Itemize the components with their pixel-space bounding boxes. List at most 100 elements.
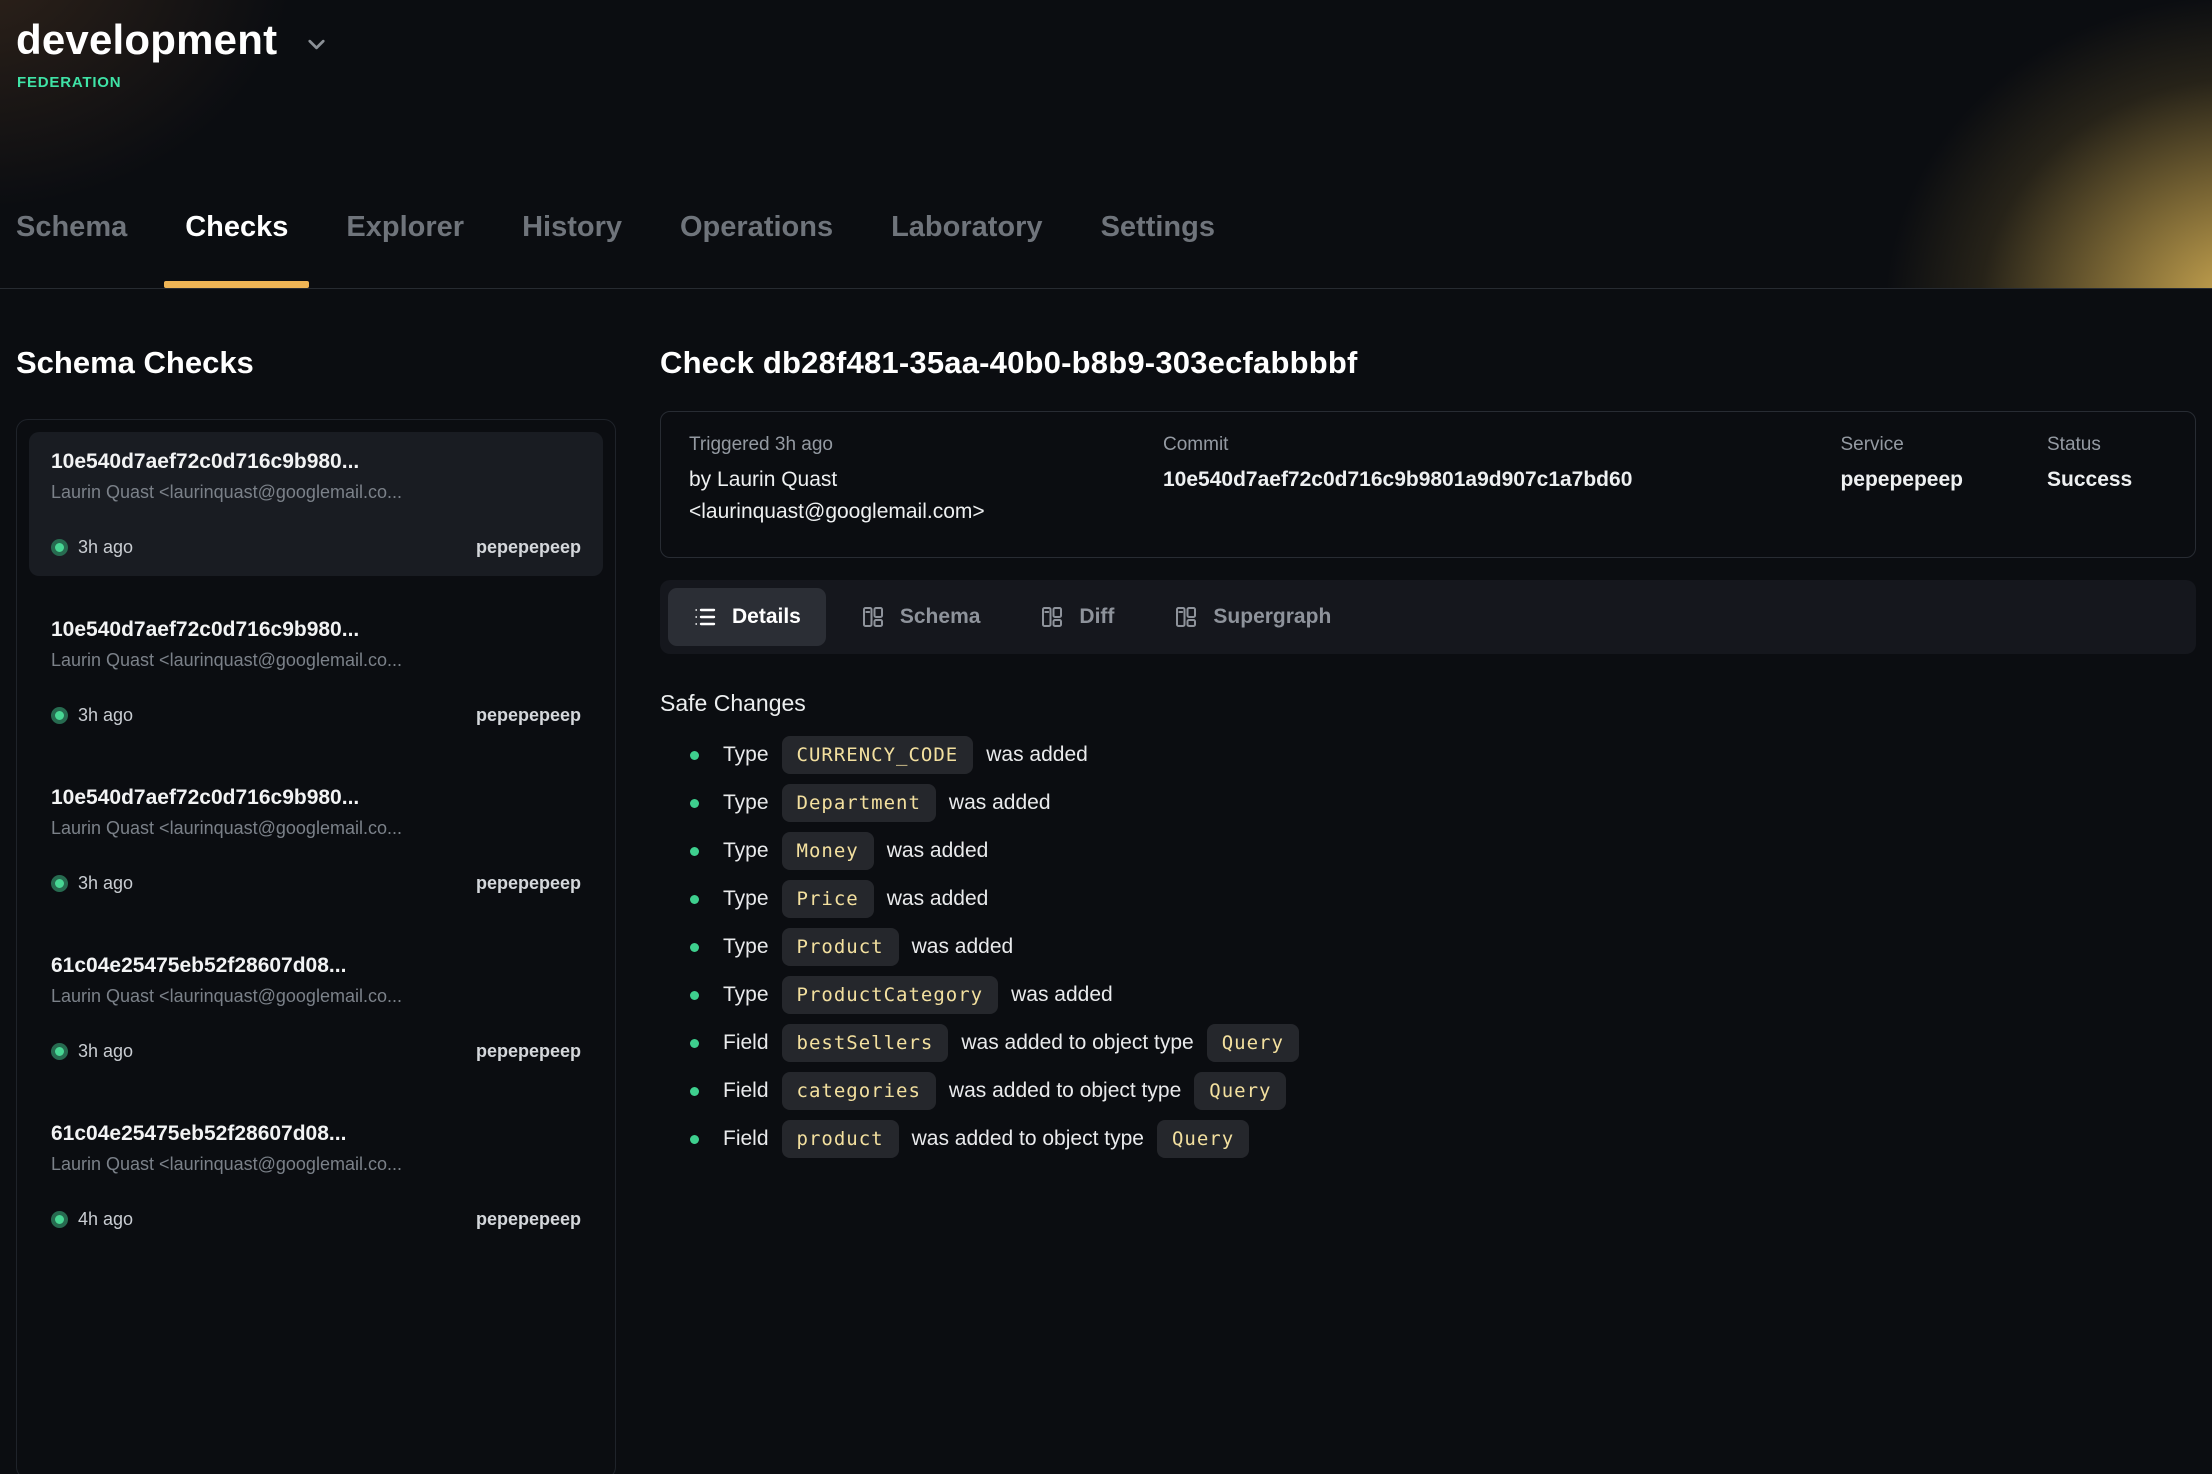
change-item: Type CURRENCY_CODE was added	[660, 731, 2196, 779]
change-prefix: Field	[723, 1127, 769, 1151]
check-item-author: Laurin Quast <laurinquast@googlemail.co.…	[51, 482, 581, 503]
tab-supergraph[interactable]: Supergraph	[1149, 588, 1356, 646]
change-item: Field bestSellers was added to object ty…	[660, 1019, 2196, 1067]
bullet-icon	[690, 895, 699, 904]
status-dot-icon	[51, 1043, 68, 1060]
tab-schema[interactable]: Schema	[16, 211, 127, 288]
tab-schema-view[interactable]: Schema	[836, 588, 1006, 646]
bullet-icon	[690, 847, 699, 856]
main-nav: Schema Checks Explorer History Operation…	[16, 211, 1215, 288]
org-selector[interactable]: development	[0, 0, 2212, 64]
change-code: Money	[782, 832, 874, 870]
check-list-item[interactable]: 61c04e25475eb52f28607d08... Laurin Quast…	[29, 1104, 603, 1248]
change-suffix: was added	[887, 839, 989, 863]
check-detail-panel: Check db28f481-35aa-40b0-b8b9-303ecfabbb…	[660, 289, 2196, 1474]
tab-diff[interactable]: Diff	[1015, 588, 1139, 646]
change-item: Type ProductCategory was added	[660, 971, 2196, 1019]
check-item-title: 10e540d7aef72c0d716c9b980...	[51, 618, 581, 642]
project-type-badge: FEDERATION	[17, 74, 2212, 91]
tab-history[interactable]: History	[522, 211, 622, 288]
chevron-down-icon[interactable]	[303, 31, 330, 58]
change-suffix: was added	[949, 791, 1051, 815]
check-item-title: 61c04e25475eb52f28607d08...	[51, 1122, 581, 1146]
check-item-title: 10e540d7aef72c0d716c9b980...	[51, 450, 581, 474]
view-tabs: Details Schema	[660, 580, 2196, 654]
tab-checks[interactable]: Checks	[185, 211, 288, 288]
change-prefix: Type	[723, 743, 769, 767]
columns-icon	[861, 605, 885, 629]
change-item: Field product was added to object type Q…	[660, 1115, 2196, 1163]
change-code: Query	[1194, 1072, 1286, 1110]
bullet-icon	[690, 943, 699, 952]
check-item-service: pepepepeep	[476, 1041, 581, 1062]
change-code: Price	[782, 880, 874, 918]
service-label: Service	[1840, 434, 1963, 456]
change-item: Type Product was added	[660, 923, 2196, 971]
status-dot-icon	[51, 875, 68, 892]
view-tab-label: Supergraph	[1213, 605, 1331, 629]
change-prefix: Field	[723, 1031, 769, 1055]
change-item: Type Department was added	[660, 779, 2196, 827]
org-title[interactable]: development	[16, 16, 277, 64]
changes-list: Type CURRENCY_CODE was added Type Depart…	[660, 731, 2196, 1163]
check-item-time: 3h ago	[78, 705, 133, 726]
check-item-time: 4h ago	[78, 1209, 133, 1230]
check-item-author: Laurin Quast <laurinquast@googlemail.co.…	[51, 650, 581, 671]
commit-hash: 10e540d7aef72c0d716c9b9801a9d907c1a7bd60	[1163, 464, 1796, 496]
change-prefix: Type	[723, 791, 769, 815]
tab-operations[interactable]: Operations	[680, 211, 833, 288]
tab-settings[interactable]: Settings	[1101, 211, 1215, 288]
checks-list: 10e540d7aef72c0d716c9b980... Laurin Quas…	[16, 419, 616, 1474]
change-code: CURRENCY_CODE	[782, 736, 974, 774]
check-item-service: pepepepeep	[476, 1209, 581, 1230]
check-item-title: 10e540d7aef72c0d716c9b980...	[51, 786, 581, 810]
triggered-by: by Laurin Quast	[689, 464, 1119, 496]
triggered-email: <laurinquast@googlemail.com>	[689, 496, 1119, 528]
change-code: Department	[782, 784, 936, 822]
view-tab-label: Schema	[900, 605, 981, 629]
change-code: Query	[1207, 1024, 1299, 1062]
change-prefix: Type	[723, 935, 769, 959]
check-item-time: 3h ago	[78, 873, 133, 894]
status-value: Success	[2047, 464, 2167, 496]
change-suffix: was added to object type	[961, 1031, 1193, 1055]
list-icon	[693, 605, 717, 629]
bullet-icon	[690, 1135, 699, 1144]
bullet-icon	[690, 751, 699, 760]
change-item: Field categories was added to object typ…	[660, 1067, 2196, 1115]
change-prefix: Type	[723, 887, 769, 911]
check-item-time: 3h ago	[78, 537, 133, 558]
bullet-icon	[690, 991, 699, 1000]
page-content: Schema Checks 10e540d7aef72c0d716c9b980.…	[0, 289, 2212, 1474]
tab-laboratory[interactable]: Laboratory	[891, 211, 1042, 288]
status-dot-icon	[51, 539, 68, 556]
change-item: Type Money was added	[660, 827, 2196, 875]
check-list-item[interactable]: 61c04e25475eb52f28607d08... Laurin Quast…	[29, 936, 603, 1080]
check-item-author: Laurin Quast <laurinquast@googlemail.co.…	[51, 1154, 581, 1175]
columns-icon	[1040, 605, 1064, 629]
check-item-author: Laurin Quast <laurinquast@googlemail.co.…	[51, 818, 581, 839]
change-code: Query	[1157, 1120, 1249, 1158]
check-list-item[interactable]: 10e540d7aef72c0d716c9b980... Laurin Quas…	[29, 768, 603, 912]
check-list-item[interactable]: 10e540d7aef72c0d716c9b980... Laurin Quas…	[29, 600, 603, 744]
check-item-service: pepepepeep	[476, 705, 581, 726]
bullet-icon	[690, 1039, 699, 1048]
change-prefix: Type	[723, 839, 769, 863]
page-header: development FEDERATION Schema Checks Exp…	[0, 0, 2212, 289]
change-suffix: was added	[912, 935, 1014, 959]
change-suffix: was added to object type	[949, 1079, 1181, 1103]
check-list-item[interactable]: 10e540d7aef72c0d716c9b980... Laurin Quas…	[29, 432, 603, 576]
change-code: categories	[782, 1072, 936, 1110]
columns-icon	[1174, 605, 1198, 629]
status-label: Status	[2047, 434, 2167, 456]
commit-label: Commit	[1163, 434, 1796, 456]
tab-details[interactable]: Details	[668, 588, 826, 646]
check-item-time: 3h ago	[78, 1041, 133, 1062]
change-suffix: was added to object type	[912, 1127, 1144, 1151]
change-code: Product	[782, 928, 899, 966]
change-suffix: was added	[986, 743, 1088, 767]
change-code: ProductCategory	[782, 976, 999, 1014]
tab-explorer[interactable]: Explorer	[346, 211, 464, 288]
sidebar-title: Schema Checks	[16, 345, 616, 381]
change-prefix: Field	[723, 1079, 769, 1103]
